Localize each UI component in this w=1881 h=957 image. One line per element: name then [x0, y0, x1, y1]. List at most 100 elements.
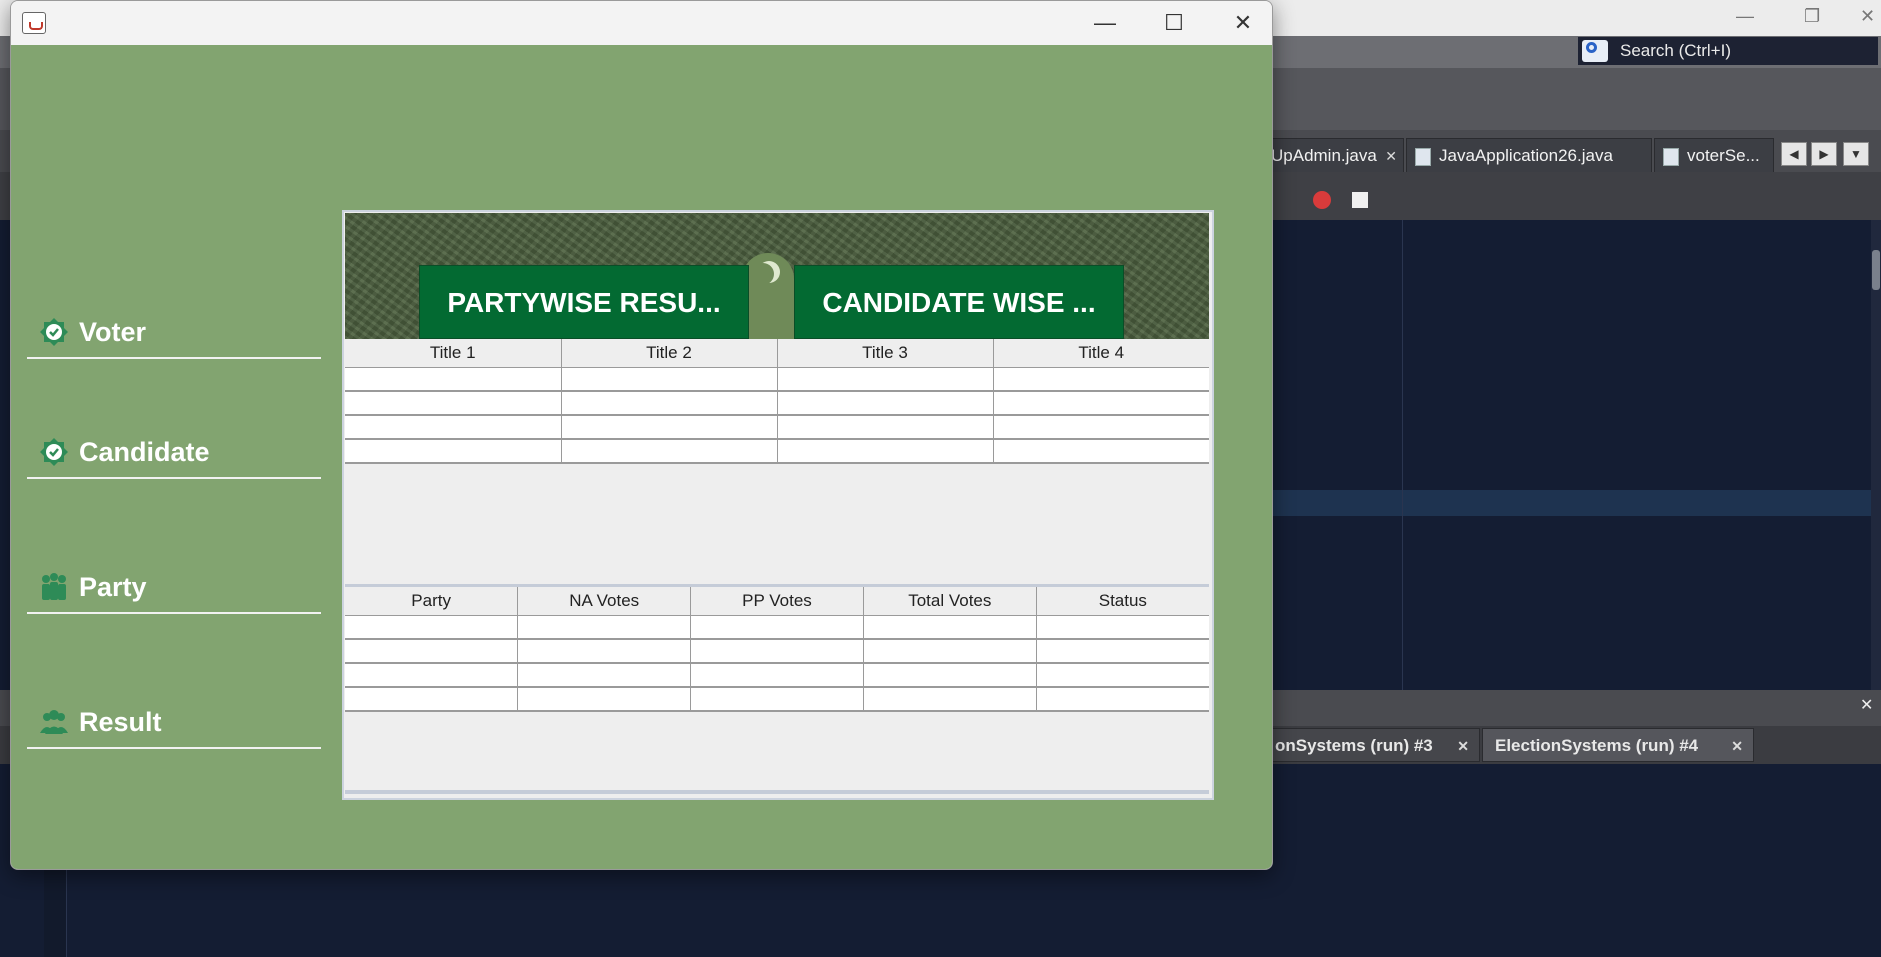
table-cell[interactable] — [862, 639, 1037, 664]
table-cell[interactable] — [776, 439, 994, 464]
table-cell[interactable] — [776, 391, 994, 416]
output-tab-label: ElectionSystems (run) #4 — [1495, 736, 1699, 755]
table-cell[interactable] — [690, 663, 864, 688]
tab-list-dropdown-icon[interactable]: ▼ — [1843, 142, 1869, 166]
table-row[interactable] — [345, 367, 1209, 392]
tab-close-icon[interactable]: ✕ — [1457, 729, 1469, 763]
menu-item-voter[interactable]: Voter — [27, 305, 321, 359]
table-cell[interactable] — [862, 615, 1037, 640]
table-cell[interactable] — [690, 639, 864, 664]
table-cell[interactable] — [776, 415, 994, 440]
output-tab-run-3[interactable]: onSystems (run) #3 ✕ — [1262, 728, 1480, 762]
table-cell[interactable] — [1035, 687, 1209, 712]
table-cell[interactable] — [560, 367, 778, 392]
table-cell[interactable] — [345, 391, 562, 416]
table-cell[interactable] — [690, 615, 864, 640]
editor-scrollbar[interactable] — [1871, 220, 1881, 690]
table-cell[interactable] — [345, 663, 519, 688]
close-icon[interactable]: ✕ — [1223, 9, 1263, 37]
table-cell[interactable] — [560, 439, 778, 464]
partywise-result-button[interactable]: PARTYWISE RESU... — [419, 265, 749, 339]
java-icon[interactable] — [22, 12, 46, 34]
editor-tab-voterse[interactable]: voterSe... — [1654, 138, 1774, 172]
table-cell[interactable] — [776, 367, 994, 392]
table-cell[interactable] — [517, 639, 692, 664]
table-row[interactable] — [345, 663, 1209, 688]
editor-tab-label: voterSe... — [1687, 146, 1760, 165]
column-header-title-4[interactable]: Title 4 — [992, 339, 1209, 368]
ide-minimize-icon[interactable]: — — [1736, 6, 1754, 27]
column-header-title-3[interactable]: Title 3 — [776, 339, 994, 368]
table-cell[interactable] — [345, 687, 519, 712]
table-cell[interactable] — [862, 663, 1037, 688]
output-tab-run-4[interactable]: ElectionSystems (run) #4 ✕ — [1482, 728, 1754, 762]
menu-item-candidate[interactable]: Candidate — [27, 425, 321, 479]
candidate-wise-button[interactable]: CANDIDATE WISE ... — [794, 265, 1124, 339]
ide-restore-icon[interactable]: ❐ — [1804, 6, 1820, 27]
table-cell[interactable] — [560, 391, 778, 416]
table-cell[interactable] — [345, 615, 519, 640]
menu-item-result[interactable]: Result — [27, 695, 321, 749]
tab-close-icon[interactable]: ✕ — [1385, 139, 1397, 173]
tab-scroll-left-icon[interactable]: ◀ — [1781, 142, 1807, 166]
column-header-party[interactable]: Party — [345, 587, 519, 616]
table-cell[interactable] — [517, 663, 692, 688]
table-cell[interactable] — [345, 439, 562, 464]
group-icon — [42, 573, 66, 600]
column-header-title-1[interactable]: Title 1 — [345, 339, 562, 368]
editor-tab-upadmin[interactable]: UpAdmin.java ✕ — [1262, 138, 1404, 172]
tab-close-icon[interactable]: ✕ — [1731, 729, 1743, 763]
check-badge-icon — [40, 318, 68, 346]
menu-label: Result — [79, 707, 162, 737]
menu-label: Candidate — [79, 437, 210, 467]
search-placeholder: Search (Ctrl+I) — [1620, 41, 1731, 60]
menu-label: Voter — [79, 317, 147, 347]
table-cell[interactable] — [690, 687, 864, 712]
minimize-icon[interactable]: — — [1085, 9, 1125, 37]
ide-close-icon[interactable]: ✕ — [1860, 6, 1875, 27]
stop-macro-icon[interactable] — [1352, 192, 1368, 208]
record-macro-icon[interactable] — [1313, 191, 1331, 209]
editor-tab-javaapplication26[interactable]: JavaApplication26.java — [1406, 138, 1652, 172]
ide-search-field[interactable]: Search (Ctrl+I) — [1578, 37, 1878, 65]
column-header-na-votes[interactable]: NA Votes — [517, 587, 692, 616]
table-cell[interactable] — [992, 391, 1209, 416]
users-icon — [40, 710, 68, 734]
output-close-icon[interactable]: ✕ — [1860, 695, 1873, 715]
table-cell[interactable] — [992, 367, 1209, 392]
table-cell[interactable] — [862, 687, 1037, 712]
table-row[interactable] — [345, 639, 1209, 664]
table-cell[interactable] — [517, 615, 692, 640]
table-cell[interactable] — [345, 639, 519, 664]
table-cell[interactable] — [345, 367, 562, 392]
table-cell[interactable] — [1035, 663, 1209, 688]
table-cell[interactable] — [1035, 615, 1209, 640]
table-cell[interactable] — [517, 687, 692, 712]
column-header-title-2[interactable]: Title 2 — [560, 339, 778, 368]
table-cell[interactable] — [345, 415, 562, 440]
column-header-pp-votes[interactable]: PP Votes — [690, 587, 864, 616]
menu-item-party[interactable]: Party — [27, 560, 321, 614]
results-panel: PARTYWISE RESU... CANDIDATE WISE ... Tit… — [342, 210, 1214, 800]
table-cell[interactable] — [1035, 639, 1209, 664]
table-row[interactable] — [345, 687, 1209, 712]
table-row[interactable] — [345, 615, 1209, 640]
results-table-2[interactable]: Party NA Votes PP Votes Total Votes Stat… — [345, 587, 1209, 712]
scrollbar-thumb[interactable] — [1872, 250, 1880, 290]
window-titlebar[interactable]: — ☐ ✕ — [11, 1, 1272, 45]
crescent-emblem-icon — [742, 253, 794, 339]
current-line-highlight — [1272, 490, 1872, 516]
table-row[interactable] — [345, 415, 1209, 440]
table-cell[interactable] — [992, 439, 1209, 464]
table-row[interactable] — [345, 439, 1209, 464]
editor-margin-guide — [1402, 220, 1403, 690]
column-header-total-votes[interactable]: Total Votes — [862, 587, 1037, 616]
table-cell[interactable] — [560, 415, 778, 440]
column-header-status[interactable]: Status — [1035, 587, 1209, 616]
maximize-icon[interactable]: ☐ — [1154, 9, 1194, 37]
table-cell[interactable] — [992, 415, 1209, 440]
table-row[interactable] — [345, 391, 1209, 416]
results-table-1[interactable]: Title 1 Title 2 Title 3 Title 4 — [345, 339, 1209, 464]
search-icon[interactable] — [1582, 40, 1608, 62]
tab-scroll-right-icon[interactable]: ▶ — [1811, 142, 1837, 166]
